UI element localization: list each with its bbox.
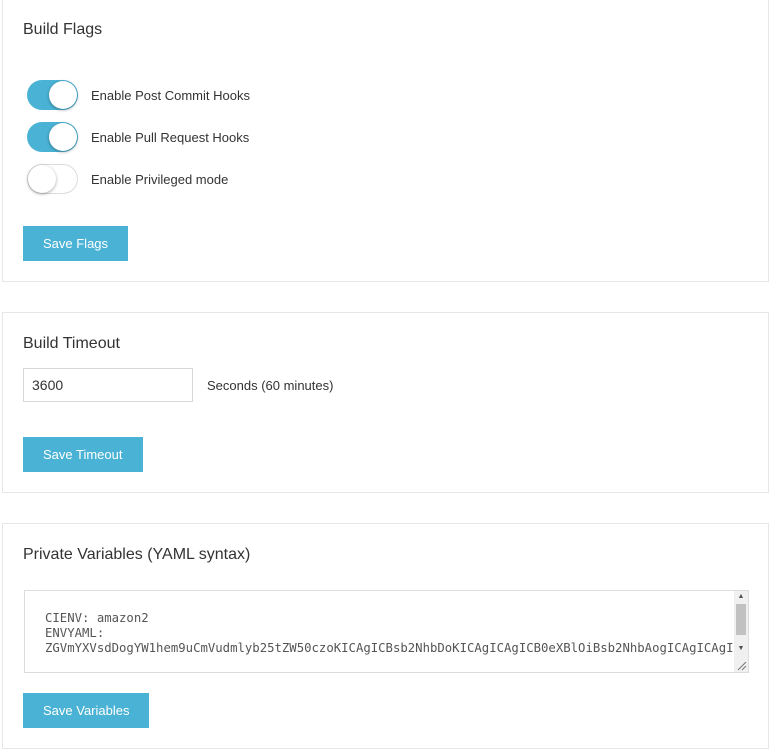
toggle-knob [49,81,77,109]
scroll-thumb[interactable] [736,604,746,635]
pull-request-hooks-toggle[interactable] [27,122,78,152]
scroll-down-arrow-icon[interactable]: ▼ [734,643,748,655]
post-commit-hooks-toggle[interactable] [27,80,78,110]
toggle-knob [49,123,77,151]
privileged-mode-toggle[interactable] [27,164,78,194]
timeout-input[interactable] [23,368,193,402]
privileged-mode-label: Enable Privileged mode [91,171,229,187]
build-flags-panel: Build Flags Enable Post Commit Hooks Ena… [2,0,769,282]
privileged-mode-row: Enable Privileged mode [27,164,228,194]
scroll-up-arrow-icon[interactable]: ▲ [734,591,748,603]
save-timeout-button[interactable]: Save Timeout [23,437,143,472]
build-flags-title: Build Flags [23,21,103,38]
private-variables-title: Private Variables (YAML syntax) [23,546,251,563]
private-variables-textarea[interactable]: CIENV: amazon2 ENVYAML: ZGVmYXVsdDogYW1h… [24,590,749,673]
timeout-hint: Seconds (60 minutes) [207,378,334,393]
build-timeout-panel: Build Timeout Seconds (60 minutes) Save … [2,312,769,493]
pull-request-hooks-row: Enable Pull Request Hooks [27,122,249,152]
pull-request-hooks-label: Enable Pull Request Hooks [91,129,250,145]
build-timeout-title: Build Timeout [23,335,120,352]
toggle-knob [28,165,56,193]
post-commit-hooks-label: Enable Post Commit Hooks [91,87,250,103]
save-flags-button[interactable]: Save Flags [23,226,129,261]
yaml-content[interactable]: CIENV: amazon2 ENVYAML: ZGVmYXVsdDogYW1h… [25,591,735,672]
save-variables-button[interactable]: Save Variables [23,693,150,728]
private-variables-panel: Private Variables (YAML syntax) CIENV: a… [2,523,769,749]
post-commit-hooks-row: Enable Post Commit Hooks [27,80,250,110]
resize-grip-icon[interactable] [734,659,748,672]
